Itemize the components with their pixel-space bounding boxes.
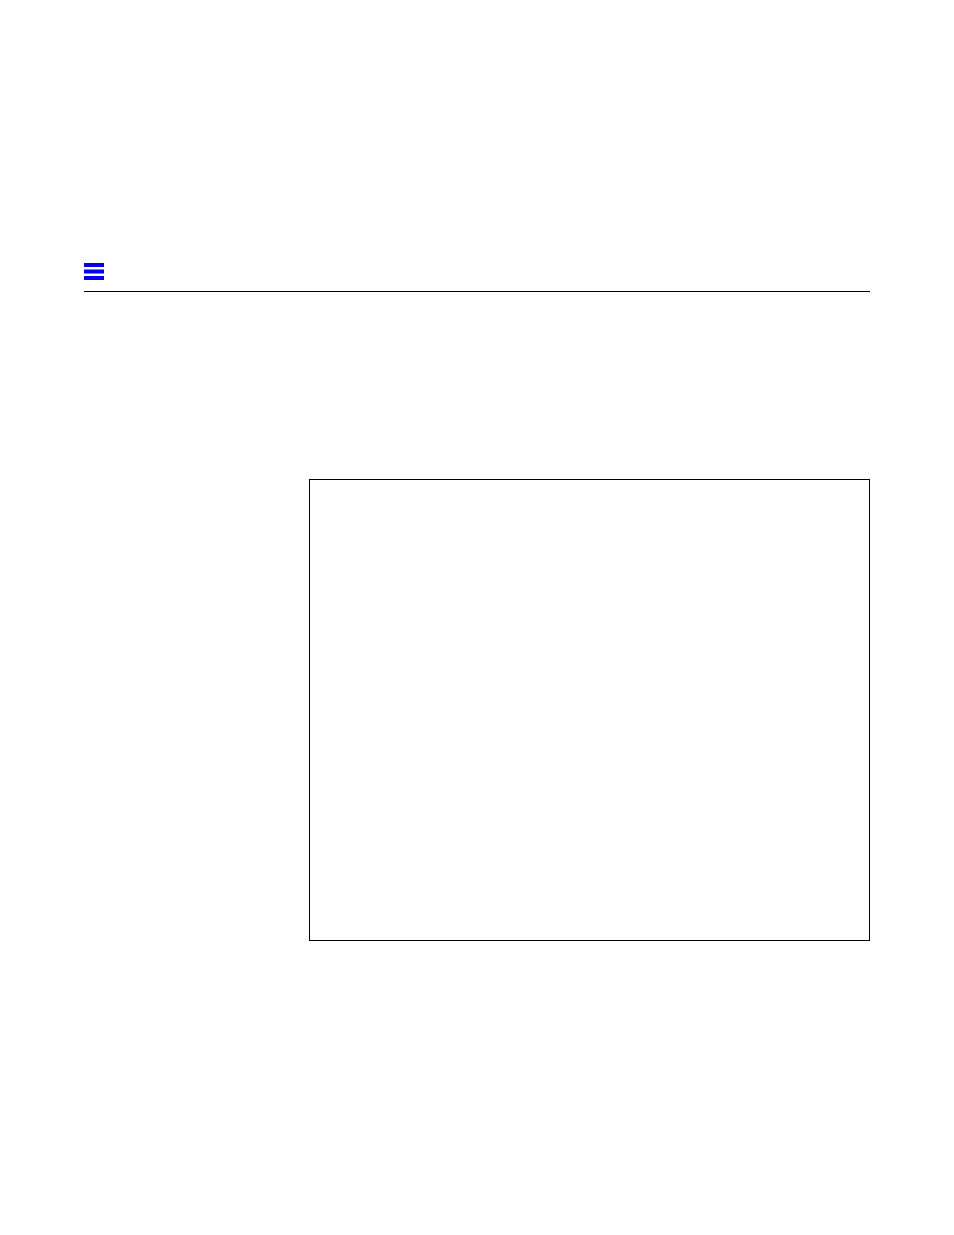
content-box xyxy=(309,479,870,941)
page-header xyxy=(84,263,870,292)
header-divider xyxy=(84,291,870,292)
menu-icon xyxy=(84,263,104,280)
